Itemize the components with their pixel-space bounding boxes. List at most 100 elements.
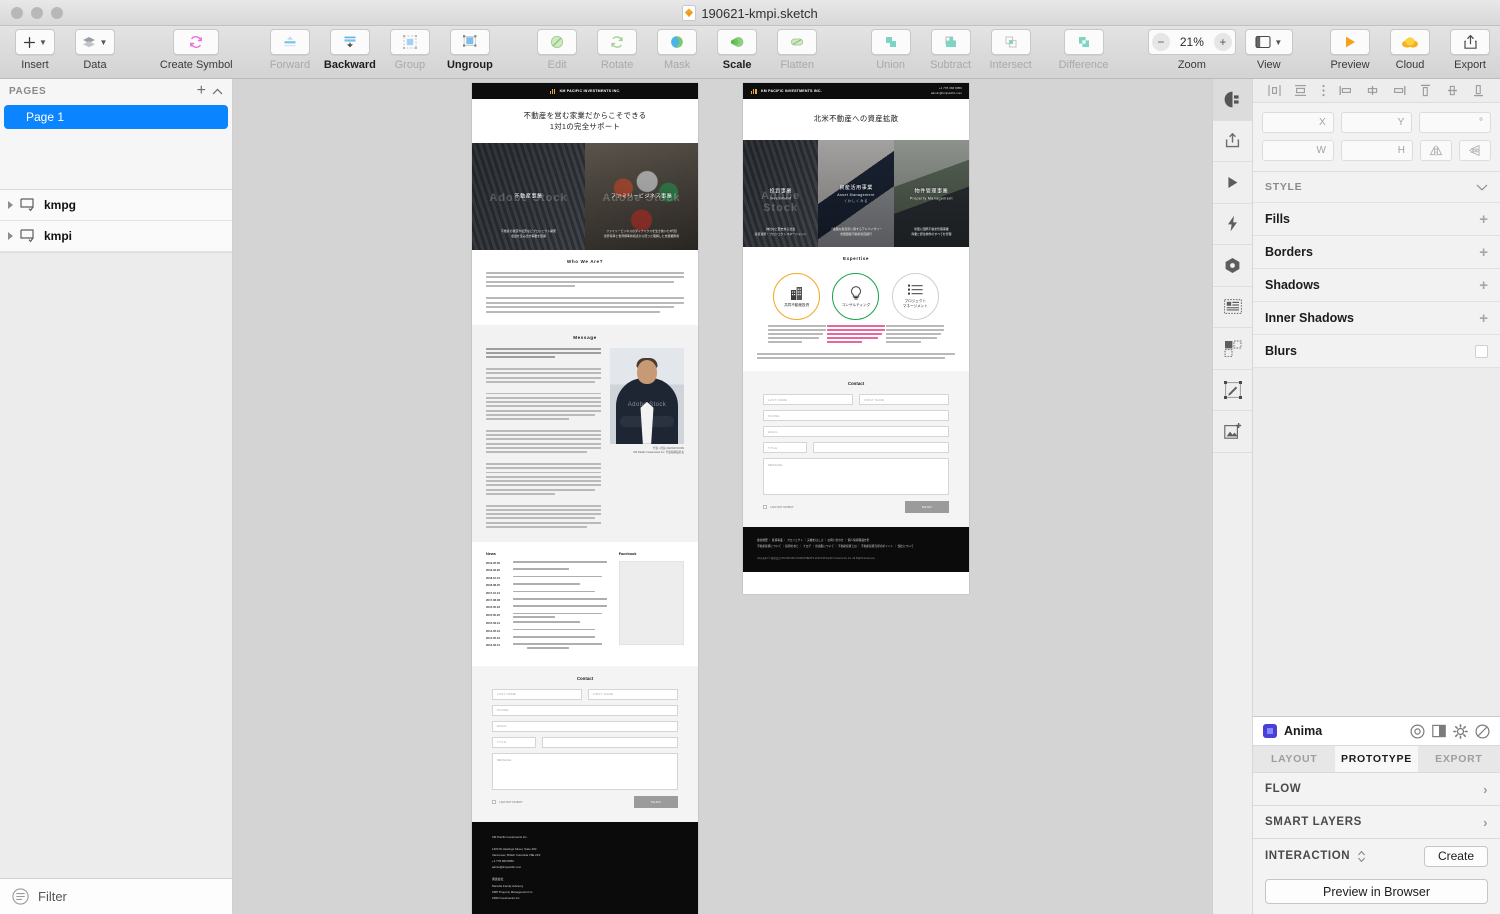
target-icon[interactable] (1410, 723, 1425, 739)
export-button[interactable]: Export (1440, 29, 1500, 71)
zoom-control[interactable]: − 21% + Zoom (1147, 29, 1236, 71)
news-item[interactable]: 2014.05.16 (486, 628, 607, 633)
gear-icon[interactable] (1453, 723, 1468, 739)
not-robot-checkbox[interactable]: I AM NOT ROBOT (763, 505, 794, 510)
add-page-button[interactable]: + (197, 83, 206, 99)
x-field[interactable]: X (1262, 112, 1334, 133)
news-item[interactable]: 2014.05.04 (486, 636, 607, 640)
artboard-kmpg[interactable]: KM PACIFIC INVESTMENTS INC. 不動産を営む家業だからこ… (472, 83, 698, 914)
height-field[interactable]: H (1341, 140, 1413, 161)
add-shadow-button[interactable]: + (1479, 278, 1488, 293)
title-input[interactable]: TITLE (492, 736, 536, 748)
title-extra-input[interactable] (542, 736, 678, 748)
group-button[interactable]: Group (380, 29, 440, 71)
play-icon[interactable] (1213, 162, 1252, 204)
insert-button[interactable]: ▼ Insert (5, 29, 65, 71)
add-inner-shadow-button[interactable]: + (1479, 311, 1488, 326)
kmpg-tile-familybusiness[interactable]: Adobe Stock ファミリービジネス事業 ファミリービジネスのダイナミクス… (585, 142, 698, 250)
content-icon[interactable] (1213, 287, 1252, 328)
union-button[interactable]: Union (861, 29, 921, 71)
message-textarea[interactable]: MESSAGE (763, 458, 949, 496)
align-top-icon[interactable] (1419, 84, 1432, 97)
canvas-area[interactable]: KM PACIFIC INVESTMENTS INC. 不動産を営む家業だからこ… (233, 79, 1212, 914)
phone-input[interactable]: PHONE (763, 410, 949, 422)
move-backward-button[interactable]: Backward (320, 29, 380, 71)
blurs-checkbox[interactable] (1475, 344, 1488, 358)
kmpi-tile-asset[interactable]: 資産活用事業 Asset Management くわしくみる 「金融な投資家に関… (818, 140, 894, 248)
message-textarea[interactable]: MESSAGE (492, 752, 678, 790)
last-name-input[interactable]: LAST NAME (492, 688, 582, 700)
news-item[interactable]: 2019.02.20 (486, 568, 607, 572)
data-button[interactable]: ▼ Data (65, 29, 125, 71)
chevron-right-icon[interactable]: › (1483, 782, 1488, 797)
intersect-button[interactable]: Intersect (981, 29, 1041, 71)
news-item[interactable]: 2015.05.02 (486, 605, 607, 609)
style-row-blurs[interactable]: Blurs (1253, 334, 1500, 367)
rotation-field[interactable]: ° (1419, 112, 1492, 133)
style-row-shadows[interactable]: Shadows + (1253, 268, 1500, 301)
mask-button[interactable]: Mask (647, 29, 707, 71)
expertise-item-consulting[interactable]: コンサルティング (826, 273, 885, 343)
zoom-in-button[interactable]: + (1213, 33, 1232, 51)
kmpg-tile-realestate[interactable]: Adobe Stock 不動産事業 不動産の賃貸や転売などプロジェクト開発 収益… (472, 142, 585, 250)
expertise-item-joint-investment[interactable]: 共同不動産投資 (767, 273, 826, 343)
pencil-transform-icon[interactable] (1213, 370, 1252, 411)
cloud-button[interactable]: Cloud (1380, 29, 1440, 71)
y-field[interactable]: Y (1340, 112, 1413, 133)
email-input[interactable]: EMAIL (763, 426, 949, 438)
phone-input[interactable]: PHONE (492, 704, 678, 716)
flatten-button[interactable]: Flatten (767, 29, 827, 71)
align-edge-right-icon[interactable] (1393, 84, 1406, 97)
flip-horizontal-icon[interactable] (1420, 140, 1452, 161)
layer-row-kmpi[interactable]: kmpi (0, 221, 232, 252)
kmpi-tile-investment[interactable]: Adobe Stock 投資事業 Investment 神社など歴史ある社会 投… (743, 140, 819, 248)
align-center-vertical-icon[interactable] (1446, 84, 1459, 97)
preview-button[interactable]: Preview (1320, 29, 1380, 71)
title-input[interactable]: TITLE (763, 442, 807, 454)
news-item[interactable]: 2019.05.30 (486, 560, 607, 565)
move-forward-button[interactable]: Forward (260, 29, 320, 71)
subtract-button[interactable]: Subtract (921, 29, 981, 71)
not-robot-checkbox[interactable]: I AM NOT ROBOT (492, 799, 523, 804)
edit-button[interactable]: Edit (527, 29, 587, 71)
style-row-borders[interactable]: Borders + (1253, 235, 1500, 268)
scale-button[interactable]: Scale (707, 29, 767, 71)
rotate-button[interactable]: Rotate (587, 29, 647, 71)
add-image-icon[interactable] (1213, 411, 1252, 453)
expand-arrow-icon[interactable] (8, 201, 13, 209)
style-row-inner-shadows[interactable]: Inner Shadows + (1253, 301, 1500, 334)
tab-prototype[interactable]: PROTOTYPE (1335, 746, 1418, 772)
flip-vertical-icon[interactable] (1459, 140, 1491, 161)
kmpi-tile-property[interactable]: 物件管理事業 Property Management 米国に国際不動産管理事業 … (893, 140, 969, 248)
split-view-icon[interactable] (1432, 724, 1446, 738)
inspector-icon[interactable] (1213, 79, 1252, 121)
align-middle-icon[interactable] (1366, 84, 1379, 97)
news-item[interactable]: 2017.08.08 (486, 597, 607, 602)
export-icon[interactable] (1213, 121, 1252, 162)
zoom-value[interactable]: 21% (1170, 35, 1214, 49)
tab-layout[interactable]: LAYOUT (1253, 746, 1335, 772)
zoom-out-button[interactable]: − (1151, 33, 1170, 51)
page-item-page-1[interactable]: Page 1 (4, 105, 228, 129)
send-button[interactable]: SEND (634, 795, 678, 808)
disable-icon[interactable] (1475, 723, 1490, 739)
chevron-down-icon[interactable] (1476, 184, 1488, 191)
tile-more-link[interactable]: くわしくみる (818, 199, 893, 204)
facebook-embed-placeholder[interactable] (618, 560, 684, 645)
first-name-input[interactable]: FIRST NAME (859, 394, 949, 406)
send-button[interactable]: SEND (905, 501, 949, 514)
artboard-kmpi[interactable]: KM PACIFIC INVESTMENTS INC. +1 778 383 8… (743, 83, 969, 594)
email-input[interactable]: EMAIL (492, 720, 678, 732)
tab-export[interactable]: EXPORT (1418, 746, 1500, 772)
layer-row-kmpg[interactable]: kmpg (0, 190, 232, 221)
mask-layers-icon[interactable] (1213, 328, 1252, 370)
last-name-input[interactable]: LAST NAME (763, 394, 853, 406)
width-field[interactable]: W (1262, 140, 1334, 161)
footer-links[interactable]: 会社概要 ｜ 投資事業 ｜ プロジェクト ｜ 実績をはこぶ ｜ お問い合わせ ｜… (757, 538, 955, 550)
style-section-header[interactable]: STYLE (1253, 172, 1500, 202)
align-left-icon[interactable] (1268, 84, 1281, 97)
filter-bar[interactable]: Filter (0, 878, 232, 914)
news-item[interactable]: 2015.05.20 (486, 612, 607, 618)
add-fill-button[interactable]: + (1479, 212, 1488, 227)
news-item[interactable]: 2015.03.31 (486, 621, 607, 625)
